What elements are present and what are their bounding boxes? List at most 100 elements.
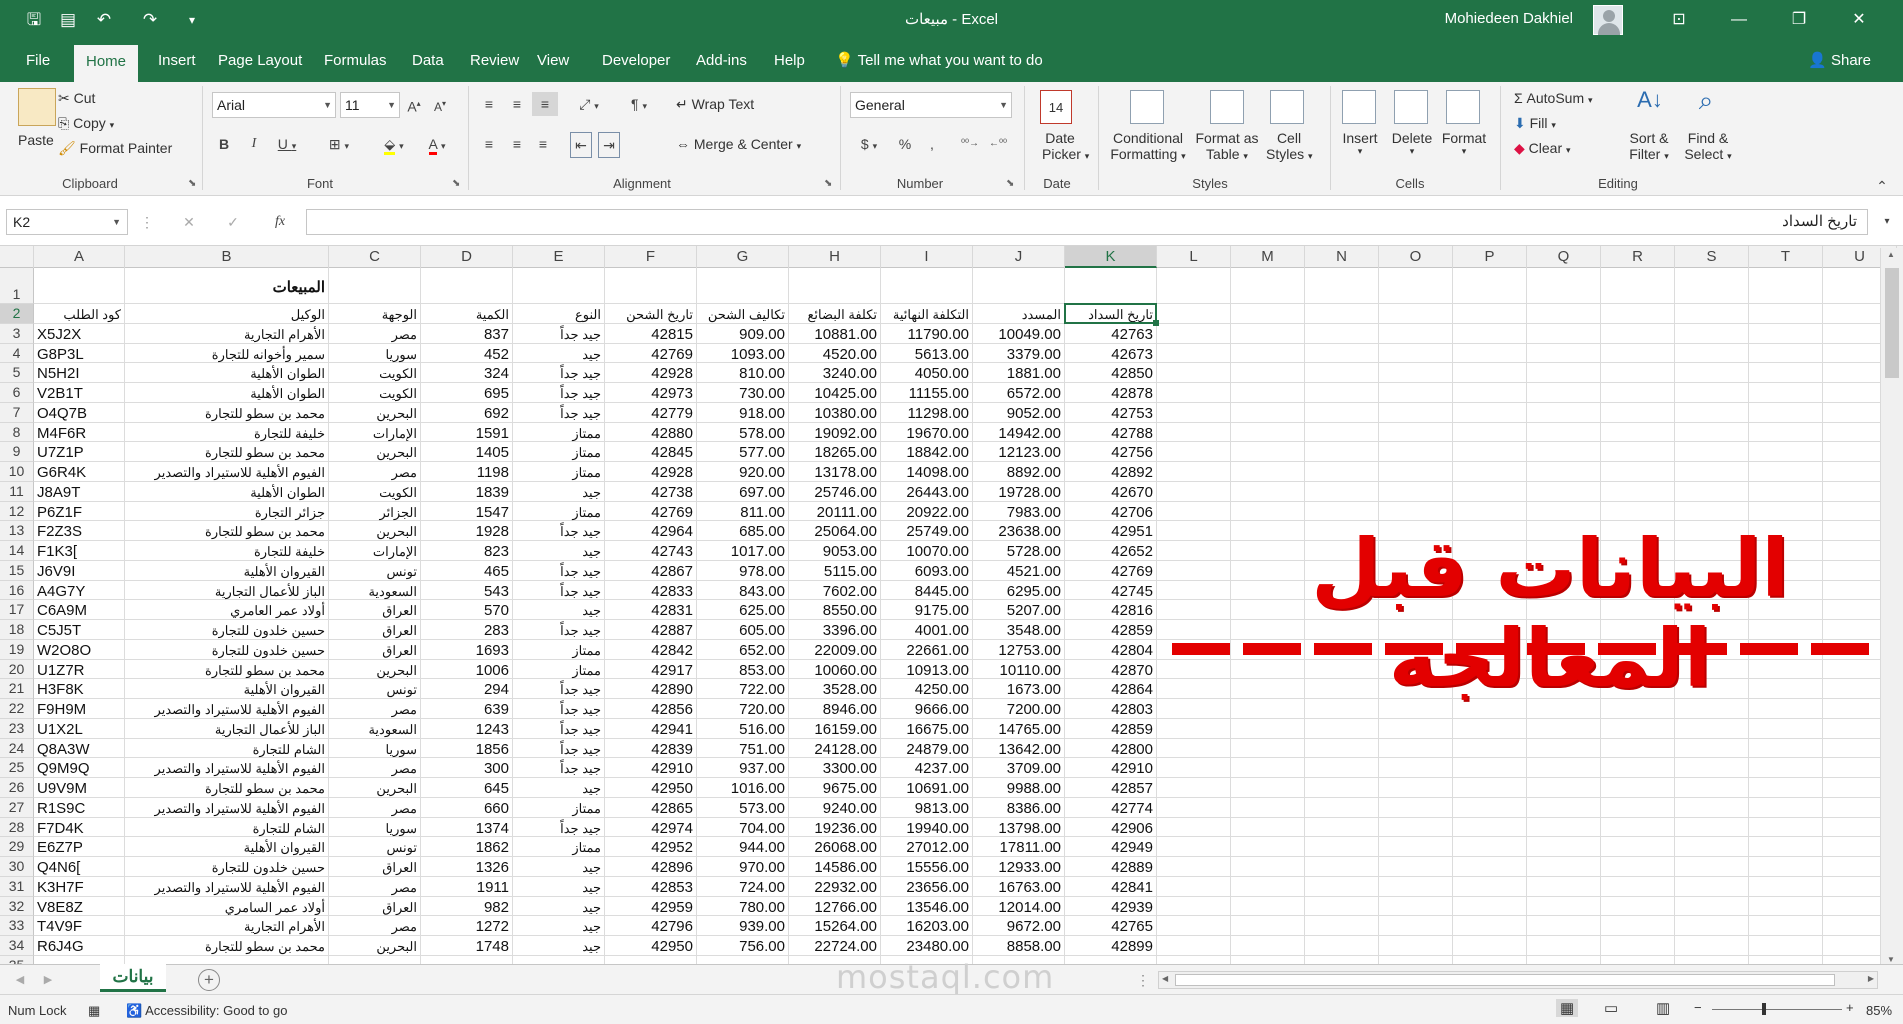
cell[interactable]: التكلفة النهائية bbox=[881, 305, 972, 324]
cell[interactable]: 639 bbox=[421, 700, 512, 719]
cell[interactable]: جيد جداً bbox=[513, 759, 604, 778]
cell[interactable]: 42670 bbox=[1065, 483, 1156, 502]
cell[interactable]: 918.00 bbox=[697, 404, 788, 423]
cell[interactable]: 7200.00 bbox=[973, 700, 1064, 719]
cell[interactable]: G8P3L bbox=[34, 345, 124, 364]
conditional-formatting-button[interactable]: Conditional Formatting ▾ bbox=[1108, 130, 1188, 162]
cell[interactable]: 452 bbox=[421, 345, 512, 364]
row-header[interactable]: 23 bbox=[0, 718, 34, 739]
paste-icon[interactable] bbox=[18, 88, 56, 126]
cell[interactable]: 42774 bbox=[1065, 799, 1156, 818]
find-select-button[interactable]: Find & Select ▾ bbox=[1680, 130, 1736, 162]
cell[interactable]: 909.00 bbox=[697, 325, 788, 344]
cell[interactable]: 19670.00 bbox=[881, 424, 972, 443]
cell[interactable]: جيد bbox=[513, 917, 604, 936]
font-size-select[interactable]: 11 ▼ bbox=[340, 92, 400, 118]
cell[interactable]: X5J2X bbox=[34, 325, 124, 344]
cell[interactable]: 10070.00 bbox=[881, 542, 972, 561]
cell[interactable]: 26443.00 bbox=[881, 483, 972, 502]
cell[interactable]: 42850 bbox=[1065, 364, 1156, 383]
cell[interactable]: الوجهة bbox=[329, 305, 420, 324]
cell[interactable]: 3548.00 bbox=[973, 621, 1064, 640]
conditional-formatting-icon[interactable] bbox=[1130, 90, 1164, 124]
cell[interactable]: 1881.00 bbox=[973, 364, 1064, 383]
cell[interactable]: 939.00 bbox=[697, 917, 788, 936]
cell[interactable]: 14765.00 bbox=[973, 720, 1064, 739]
cell[interactable]: محمد بن سطو للتجارة bbox=[125, 522, 328, 541]
merge-center-button[interactable]: ⇔ Merge & Center ▾ bbox=[676, 136, 801, 152]
cell[interactable]: 22724.00 bbox=[789, 937, 880, 956]
cell[interactable]: مصر bbox=[329, 463, 420, 482]
cell[interactable]: U9V9M bbox=[34, 779, 124, 798]
row-header[interactable]: 10 bbox=[0, 462, 34, 482]
cell[interactable]: C5J5T bbox=[34, 621, 124, 640]
increase-indent-icon[interactable]: ⇥ bbox=[598, 132, 620, 158]
cell[interactable]: المسدد bbox=[973, 305, 1064, 324]
cell[interactable]: 704.00 bbox=[697, 819, 788, 838]
cell[interactable]: 42910 bbox=[605, 759, 696, 778]
cell[interactable]: 27012.00 bbox=[881, 838, 972, 857]
italic-icon[interactable]: I bbox=[244, 132, 264, 156]
cell[interactable]: جيد جداً bbox=[513, 364, 604, 383]
row-header[interactable]: 22 bbox=[0, 699, 34, 719]
cell[interactable]: العراق bbox=[329, 858, 420, 877]
cell[interactable]: جيد bbox=[513, 937, 604, 956]
share-button[interactable]: 👤 Share bbox=[1808, 40, 1871, 82]
cell[interactable]: 42800 bbox=[1065, 740, 1156, 759]
number-launcher-icon[interactable]: ⬊ bbox=[1006, 178, 1014, 189]
copy-button[interactable]: ⎘ Copy ▾ bbox=[58, 115, 114, 132]
restore-icon[interactable]: ❐ bbox=[1775, 0, 1823, 40]
cell[interactable]: جيد bbox=[513, 779, 604, 798]
cell[interactable]: محمد بن سطو للتجارة bbox=[125, 404, 328, 423]
tab-home[interactable]: Home bbox=[74, 45, 139, 82]
column-header-s[interactable]: S bbox=[1675, 246, 1749, 268]
cell[interactable]: 10049.00 bbox=[973, 325, 1064, 344]
cell[interactable]: سوريا bbox=[329, 345, 420, 364]
cell[interactable]: 811.00 bbox=[697, 503, 788, 522]
cell[interactable]: 570 bbox=[421, 601, 512, 620]
cell[interactable]: السعودية bbox=[329, 582, 420, 601]
row-header[interactable]: 16 bbox=[0, 580, 34, 601]
cell[interactable]: U1X2L bbox=[34, 720, 124, 739]
cell[interactable]: O4Q7B bbox=[34, 404, 124, 423]
cell[interactable]: 42839 bbox=[605, 740, 696, 759]
cell[interactable]: 516.00 bbox=[697, 720, 788, 739]
cell[interactable]: R6J4G bbox=[34, 937, 124, 956]
cell[interactable]: تكاليف الشحن bbox=[697, 305, 788, 324]
cell[interactable]: 465 bbox=[421, 562, 512, 581]
row-header[interactable]: 3 bbox=[0, 323, 34, 344]
cell[interactable]: 42974 bbox=[605, 819, 696, 838]
column-header-p[interactable]: P bbox=[1453, 246, 1527, 268]
cell[interactable]: 25064.00 bbox=[789, 522, 880, 541]
cell[interactable]: 42910 bbox=[1065, 759, 1156, 778]
horizontal-scrollbar[interactable]: ◀ ▶ bbox=[1158, 971, 1878, 989]
accessibility-status[interactable]: ♿ Accessibility: Good to go bbox=[126, 1003, 287, 1019]
cell[interactable]: البحرين bbox=[329, 443, 420, 462]
cell[interactable]: 42896 bbox=[605, 858, 696, 877]
cell[interactable]: R1S9C bbox=[34, 799, 124, 818]
cell[interactable]: 3300.00 bbox=[789, 759, 880, 778]
clipboard-launcher-icon[interactable]: ⬊ bbox=[188, 178, 196, 189]
bold-icon[interactable]: B bbox=[214, 132, 234, 156]
cell[interactable]: جزائر التجارة bbox=[125, 503, 328, 522]
insert-function-icon[interactable]: fx bbox=[268, 210, 292, 234]
tab-help[interactable]: Help bbox=[762, 40, 817, 82]
horizontal-scroll-thumb[interactable] bbox=[1175, 974, 1835, 986]
autosum-button[interactable]: Σ AutoSum ▾ bbox=[1514, 90, 1593, 106]
cell[interactable]: جيد جداً bbox=[513, 621, 604, 640]
cell[interactable]: 42889 bbox=[1065, 858, 1156, 877]
cell[interactable]: جيد جداً bbox=[513, 740, 604, 759]
cell[interactable]: 12014.00 bbox=[973, 898, 1064, 917]
cell[interactable]: 15264.00 bbox=[789, 917, 880, 936]
row-header[interactable]: 34 bbox=[0, 936, 34, 956]
cell[interactable]: 578.00 bbox=[697, 424, 788, 443]
cell[interactable]: 1839 bbox=[421, 483, 512, 502]
cell[interactable]: الشام للتجارة bbox=[125, 740, 328, 759]
cell[interactable]: محمد بن سطو للتجارة bbox=[125, 937, 328, 956]
cell[interactable]: 810.00 bbox=[697, 364, 788, 383]
cell[interactable]: العراق bbox=[329, 601, 420, 620]
page-break-view-icon[interactable]: ▥ bbox=[1656, 999, 1670, 1017]
row-header[interactable]: 31 bbox=[0, 876, 34, 897]
tab-file[interactable]: File bbox=[14, 40, 62, 82]
alignment-launcher-icon[interactable]: ⬊ bbox=[824, 178, 832, 189]
